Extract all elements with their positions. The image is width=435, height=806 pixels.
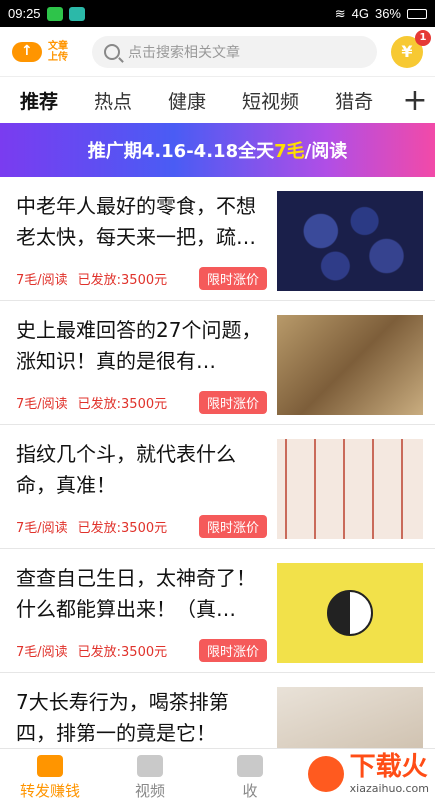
app-notification-icon [68,6,85,21]
article-item[interactable]: 史上最难回答的27个问题，涨知识！真的是很有… 7毛/阅读 已发放:3500元 … [0,301,435,425]
price-rise-badge: 限时涨价 [198,267,267,290]
article-price: 7毛/阅读 [16,273,68,288]
nav-income[interactable]: 收 [200,749,300,806]
app-logo[interactable]: 文章 上传 [12,41,82,63]
price-rise-badge: 限时涨价 [198,391,267,414]
coin-button[interactable]: ¥ 1 [391,29,431,68]
status-bar: 09:25 ≋ 4G 36% [0,0,435,27]
wechat-icon [46,6,63,21]
article-price: 7毛/阅读 [16,645,68,660]
price-rise-badge: 限时涨价 [198,515,267,538]
tab-hot[interactable]: 热点 [94,87,132,114]
tab-recommend[interactable]: 推荐 [20,87,58,114]
tab-curiosity[interactable]: 猎奇 [335,87,373,114]
search-icon [104,43,120,60]
notification-badge: 1 [415,29,431,46]
article-thumbnail [277,563,423,663]
article-title: 查查自己生日，太神奇了！什么都能算出来！（真… [16,566,256,621]
article-price: 7毛/阅读 [16,397,68,412]
tab-short-video[interactable]: 短视频 [242,87,299,114]
article-title: 7大长寿行为，喝茶排第四，排第一的竟是它！ [16,690,229,745]
banner-prefix: 推广期4.16-4.18全天 [87,141,275,162]
wifi-icon: ≋ [334,5,346,21]
tab-health[interactable]: 健康 [168,87,206,114]
logo-text-1: 文章 [48,40,68,52]
clock: 09:25 [8,6,41,21]
price-rise-badge: 限时涨价 [198,639,267,662]
nav-label: 收 [242,781,258,800]
search-input[interactable]: 点击搜索相关文章 [92,35,377,68]
yin-yang-icon [327,590,373,636]
coin-icon: ¥ [401,42,413,61]
nav-share-earn[interactable]: 转发赚钱 [0,749,100,806]
video-play-icon [137,754,163,777]
article-title: 指纹几个斗，就代表什么命，真准！ [16,442,236,497]
site-watermark: 下载火 xiazaihuo.com [307,752,429,795]
article-item[interactable]: 中老年人最好的零食，不想老太快，每天来一把，疏… 7毛/阅读 已发放:3500元… [0,177,435,301]
article-item[interactable]: 查查自己生日，太神奇了！什么都能算出来！（真… 7毛/阅读 已发放:3500元 … [0,549,435,673]
upload-cloud-icon [12,41,42,62]
article-price: 7毛/阅读 [16,521,68,536]
article-spent: 已发放:3500元 [77,645,168,660]
article-title: 史上最难回答的27个问题，涨知识！真的是很有… [16,318,262,373]
watermark-cn: 下载火 [349,752,428,782]
share-earn-icon [37,754,63,777]
income-icon [237,754,263,777]
category-tabs: 推荐 热点 健康 短视频 猎奇 + [0,77,435,123]
logo-text-2: 上传 [48,51,68,63]
article-feed: 中老年人最好的零食，不想老太快，每天来一把，疏… 7毛/阅读 已发放:3500元… [0,177,435,791]
article-item[interactable]: 指纹几个斗，就代表什么命，真准！ 7毛/阅读 已发放:3500元 限时涨价 [0,425,435,549]
article-spent: 已发放:3500元 [77,521,168,536]
battery-icon [407,8,427,19]
article-spent: 已发放:3500元 [77,397,168,412]
app-header: 文章 上传 点击搜索相关文章 ¥ 1 [0,27,435,77]
article-thumbnail [277,191,423,291]
promo-banner[interactable]: 推广期4.16-4.18全天 7毛/阅读 [0,123,435,177]
add-tab-icon[interactable]: + [395,77,435,123]
watermark-en: xiazaihuo.com [349,782,429,795]
article-spent: 已发放:3500元 [77,273,168,288]
article-thumbnail [277,439,423,539]
nav-video[interactable]: 视频 [100,749,200,806]
nav-label: 转发赚钱 [19,781,80,800]
banner-suffix: /阅读 [304,141,348,162]
banner-highlight: 7毛 [274,141,305,162]
flame-logo-icon [307,755,344,792]
search-placeholder: 点击搜索相关文章 [128,44,240,61]
article-title: 中老年人最好的零食，不想老太快，每天来一把，疏… [16,194,256,249]
signal-label: 4G [351,6,369,21]
nav-label: 视频 [134,781,165,800]
battery-level: 36% [374,6,401,21]
article-thumbnail [277,315,423,415]
